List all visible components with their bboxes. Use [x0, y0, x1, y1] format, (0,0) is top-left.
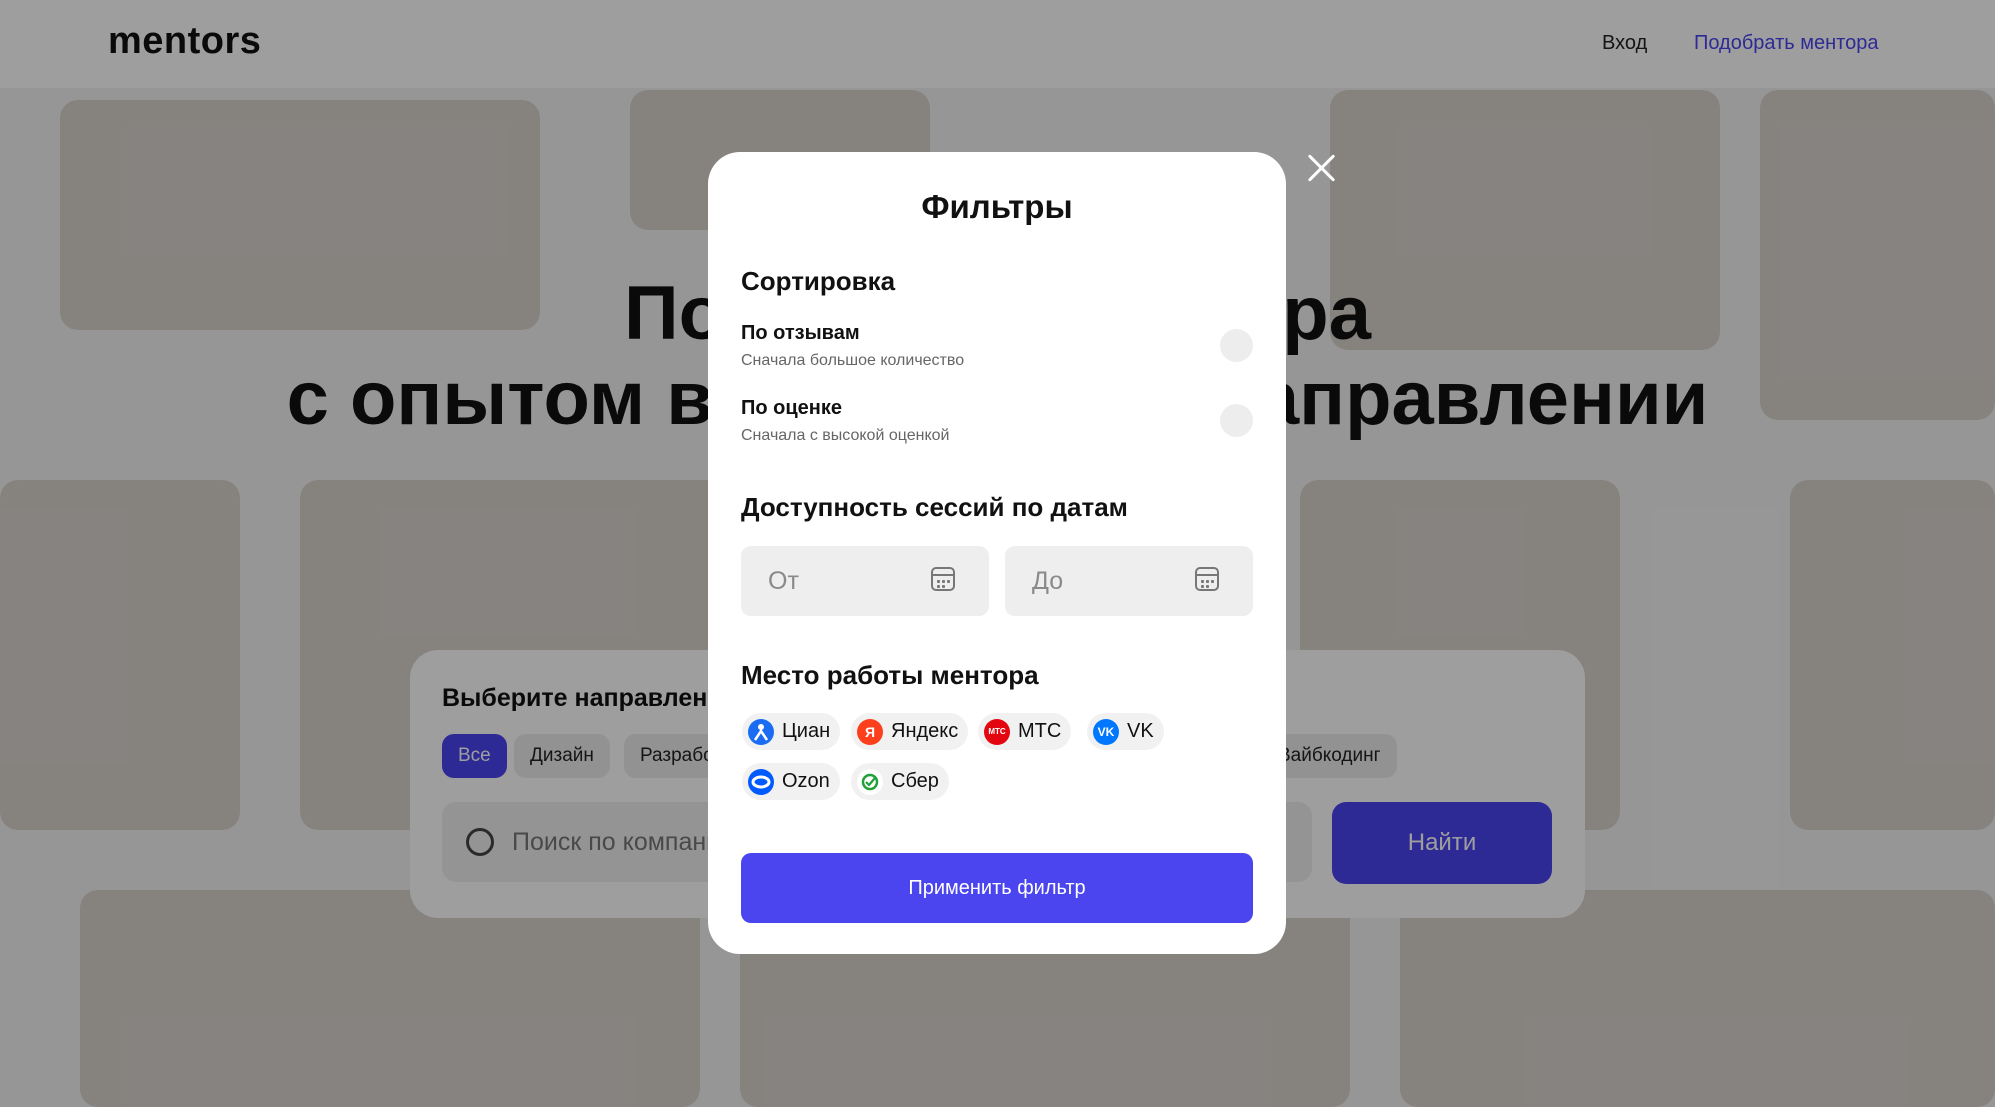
ozon-logo-icon [748, 769, 774, 795]
date-from-placeholder: От [768, 567, 799, 595]
calendar-icon[interactable] [931, 567, 955, 591]
sber-logo-icon [857, 769, 883, 795]
company-name: Ozon [782, 770, 830, 792]
company-chip-cian[interactable]: Циан [742, 713, 841, 750]
date-to-field[interactable]: До [1005, 546, 1253, 616]
close-icon[interactable] [1305, 152, 1337, 184]
cian-logo-icon [748, 719, 774, 745]
sorting-heading: Сортировка [741, 266, 896, 296]
yandex-logo-icon: Я [857, 719, 883, 745]
company-chip-vk[interactable]: VK VK [1087, 713, 1164, 750]
calendar-icon[interactable] [1195, 567, 1219, 591]
company-name: Циан [782, 720, 831, 742]
filters-modal: Фильтры Сортировка По отзывам Сначала бо… [708, 152, 1286, 954]
sort-by-reviews-radio[interactable] [1220, 329, 1253, 362]
sort-by-rating-label[interactable]: По оценке [741, 397, 842, 420]
company-name: Яндекс [891, 720, 959, 742]
apply-filter-button[interactable]: Применить фильтр [741, 853, 1253, 923]
company-chip-yandex[interactable]: Я Яндекс [851, 713, 969, 750]
sort-by-rating-radio[interactable] [1220, 404, 1253, 437]
company-chip-ozon[interactable]: Ozon [742, 763, 840, 800]
dates-heading: Доступность сессий по датам [741, 492, 1128, 522]
sort-by-reviews-label[interactable]: По отзывам [741, 322, 860, 345]
company-name: Сбер [891, 770, 939, 792]
date-from-field[interactable]: От [741, 546, 989, 616]
workplace-heading: Место работы ментора [741, 660, 1039, 690]
sort-by-reviews-sub: Сначала большое количество [741, 352, 965, 369]
sort-by-rating-sub: Сначала с высокой оценкой [741, 427, 950, 444]
company-name: МТС [1018, 720, 1062, 742]
date-to-placeholder: До [1032, 567, 1064, 595]
vk-logo-icon: VK [1093, 719, 1119, 745]
company-chip-mts[interactable]: МТС МТС [978, 713, 1072, 750]
modal-title: Фильтры [921, 188, 1073, 225]
company-chip-sber[interactable]: Сбер [851, 763, 949, 800]
mts-logo-icon: МТС [984, 719, 1010, 745]
company-name: VK [1127, 720, 1154, 742]
